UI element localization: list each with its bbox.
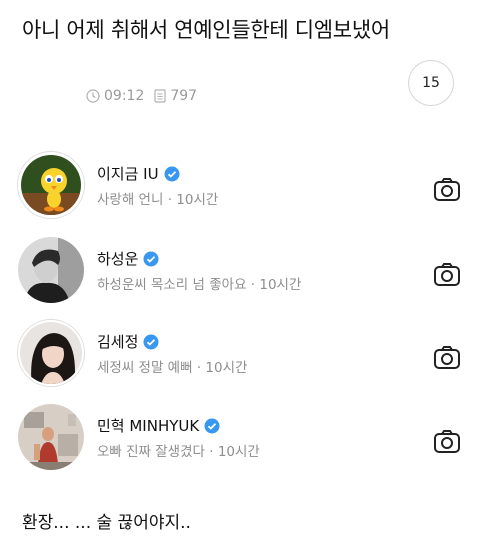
dm-time: 10시간 [259,277,302,293]
dm-name-line: 민혁 MINHYUK [97,415,220,436]
dm-sender-name: 이지금 IU [97,165,159,183]
separator-dot: · [246,277,260,293]
person-room-avatar [18,404,84,470]
dm-sender-name: 하성운 [97,250,139,268]
camera-icon[interactable] [432,343,462,373]
avatar[interactable] [18,237,84,303]
view-count: 797 [170,88,198,104]
separator-dot: · [204,444,218,460]
dm-row[interactable]: 하성운 하성운씨 목소리 넘 좋아요 · 10시간 [0,237,480,321]
tweety-bird-avatar [21,155,81,215]
dm-name-line: 김세정 [97,331,159,352]
camera-icon[interactable] [432,175,462,205]
post-time: 09:12 [104,88,145,104]
verified-badge-icon [143,251,159,266]
verified-badge-icon [164,166,180,181]
dm-message-text: 오빠 진짜 잘생겼다 [97,444,205,460]
person-bw-avatar [18,237,84,303]
dm-name-line: 이지금 IU [97,163,180,184]
dm-time: 10시간 [217,444,260,460]
avatar[interactable] [18,404,84,470]
dm-message-text: 사랑해 언니 [97,192,164,208]
dm-message-text: 하성운씨 목소리 넘 좋아요 [97,277,247,293]
verified-badge-icon [143,334,159,349]
time-meta: 09:12 [86,88,144,104]
post-meta: 09:12 797 [86,88,197,104]
dm-time: 10시간 [205,360,248,376]
comment-count-button[interactable]: 15 [408,60,454,106]
separator-dot: · [192,360,206,376]
dm-preview-line: 오빠 진짜 잘생겼다 · 10시간 [97,440,260,460]
avatar[interactable] [18,152,84,218]
verified-badge-icon [204,418,220,433]
clock-icon [86,89,100,103]
separator-dot: · [163,192,177,208]
dm-row[interactable]: 민혁 MINHYUK 오빠 진짜 잘생겼다 · 10시간 [0,404,480,488]
camera-icon[interactable] [432,427,462,457]
dm-preview-line: 사랑해 언니 · 10시간 [97,188,218,208]
person-dark-hair-avatar [20,322,82,384]
post-body-text: 환장... ... 술 끊어야지.. [22,513,191,533]
camera-icon[interactable] [432,260,462,290]
dm-time: 10시간 [176,192,219,208]
dm-sender-name: 민혁 MINHYUK [97,417,200,435]
post-title: 아니 어제 취해서 연예인들한테 디엠보냈어 [22,18,390,42]
comment-count: 15 [422,75,440,91]
document-icon [154,89,166,103]
views-meta: 797 [154,88,197,104]
dm-preview-line: 하성운씨 목소리 넘 좋아요 · 10시간 [97,273,301,293]
dm-preview-line: 세정씨 정말 예뻐 · 10시간 [97,356,247,376]
dm-row[interactable]: 김세정 세정씨 정말 예뻐 · 10시간 [0,320,480,404]
avatar[interactable] [18,320,84,386]
dm-row[interactable]: 이지금 IU 사랑해 언니 · 10시간 [0,152,480,236]
dm-message-text: 세정씨 정말 예뻐 [97,360,193,376]
dm-name-line: 하성운 [97,248,159,269]
dm-sender-name: 김세정 [97,333,139,351]
